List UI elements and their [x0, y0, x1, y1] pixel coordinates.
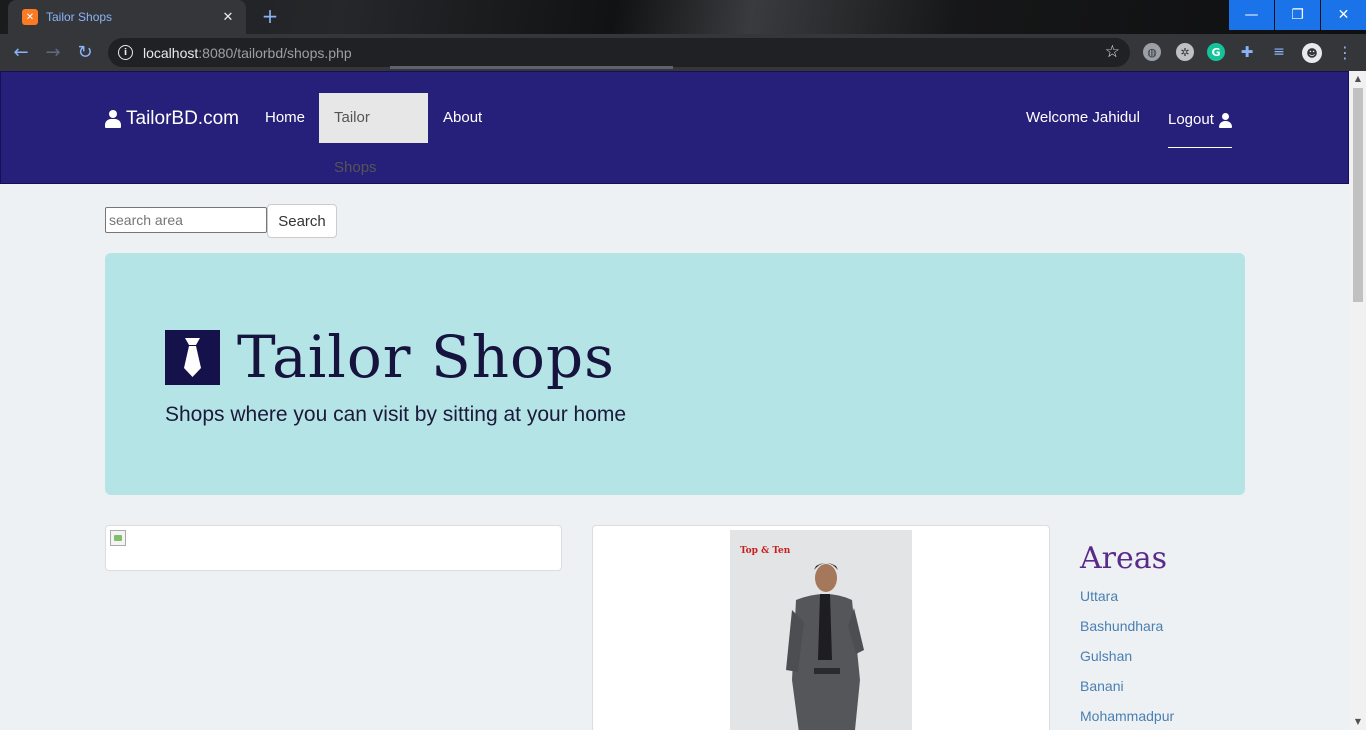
logout-label: Logout	[1168, 111, 1214, 128]
nav-tailor-shops[interactable]: Tailor Shops	[319, 93, 428, 176]
tab-close-icon[interactable]: ✕	[220, 10, 236, 25]
areas-title: Areas	[1080, 541, 1168, 576]
profile-avatar[interactable]: ☻	[1302, 43, 1322, 63]
area-link-uttara[interactable]: Uttara	[1080, 588, 1174, 618]
address-bar[interactable]: i localhost:8080/tailorbd/shops.php ☆	[108, 38, 1130, 67]
user-icon	[105, 110, 121, 128]
jumbotron-title: Tailor Shops	[237, 323, 615, 391]
brand-text: TailorBD.com	[126, 108, 239, 129]
grammarly-extension-icon[interactable]: G	[1207, 43, 1225, 61]
logout-link[interactable]: Logout	[1168, 93, 1232, 148]
jumbotron-heading-row: Tailor Shops	[165, 323, 615, 391]
jumbotron: Tailor Shops Shops where you can visit b…	[105, 253, 1245, 495]
brand-link[interactable]: TailorBD.com	[105, 108, 239, 130]
search-button[interactable]: Search	[267, 204, 337, 238]
browser-toolbar: ← → ↻ i localhost:8080/tailorbd/shops.ph…	[0, 34, 1366, 71]
shop-card[interactable]	[105, 525, 562, 571]
area-link-bashundhara[interactable]: Bashundhara	[1080, 618, 1174, 648]
gear-extension-icon[interactable]: ✲	[1176, 43, 1194, 61]
restore-button[interactable]: ❐	[1275, 0, 1320, 30]
back-icon[interactable]: ←	[10, 42, 32, 64]
area-link-mohammadpur[interactable]: Mohammadpur	[1080, 708, 1174, 730]
site-navbar: TailorBD.com Home Tailor Shops About Wel…	[0, 71, 1349, 184]
scroll-thumb[interactable]	[1353, 88, 1363, 302]
scroll-up-arrow-icon[interactable]: ▲	[1350, 71, 1366, 87]
tie-icon	[165, 329, 220, 385]
minimize-button[interactable]: —	[1229, 0, 1274, 30]
page-scrollbar[interactable]: ▲ ▼	[1350, 71, 1366, 730]
url-text: localhost:8080/tailorbd/shops.php	[143, 44, 352, 61]
shop-photo[interactable]: Top & Ten	[730, 530, 912, 730]
forward-icon[interactable]: →	[42, 42, 64, 64]
browser-tab[interactable]: ✕ Tailor Shops ✕	[8, 0, 246, 34]
browser-menu-icon[interactable]: ⋮	[1336, 43, 1354, 62]
close-window-button[interactable]: ✕	[1321, 0, 1366, 30]
tab-title: Tailor Shops	[46, 10, 113, 24]
nav-home[interactable]: Home	[250, 93, 320, 143]
browser-tab-strip: ✕ Tailor Shops ✕ + — ❐ ✕	[0, 0, 1366, 34]
shop-card[interactable]: Top & Ten	[592, 525, 1050, 730]
site-info-icon[interactable]: i	[118, 45, 133, 60]
page-viewport: TailorBD.com Home Tailor Shops About Wel…	[0, 71, 1350, 730]
user-icon	[1218, 112, 1232, 128]
bookmark-star-icon[interactable]: ☆	[1105, 42, 1120, 62]
loading-bar	[390, 66, 673, 69]
areas-list: Uttara Bashundhara Gulshan Banani Mohamm…	[1080, 588, 1174, 730]
search-input[interactable]	[105, 207, 267, 233]
globe-extension-icon[interactable]: ◍	[1143, 43, 1161, 61]
area-link-gulshan[interactable]: Gulshan	[1080, 648, 1174, 678]
nav-about[interactable]: About	[428, 93, 497, 143]
new-tab-icon[interactable]: +	[258, 6, 282, 28]
jumbotron-subtitle: Shops where you can visit by sitting at …	[165, 403, 627, 426]
media-queue-icon[interactable]: ≡	[1270, 43, 1288, 61]
reload-icon[interactable]: ↻	[74, 42, 96, 64]
xampp-favicon-icon: ✕	[22, 9, 38, 25]
area-link-banani[interactable]: Banani	[1080, 678, 1174, 708]
scroll-down-arrow-icon[interactable]: ▼	[1350, 714, 1366, 730]
extensions-puzzle-icon[interactable]: ✚	[1238, 43, 1256, 61]
broken-image-icon	[110, 530, 126, 546]
welcome-user[interactable]: Welcome Jahidul	[1011, 93, 1155, 143]
